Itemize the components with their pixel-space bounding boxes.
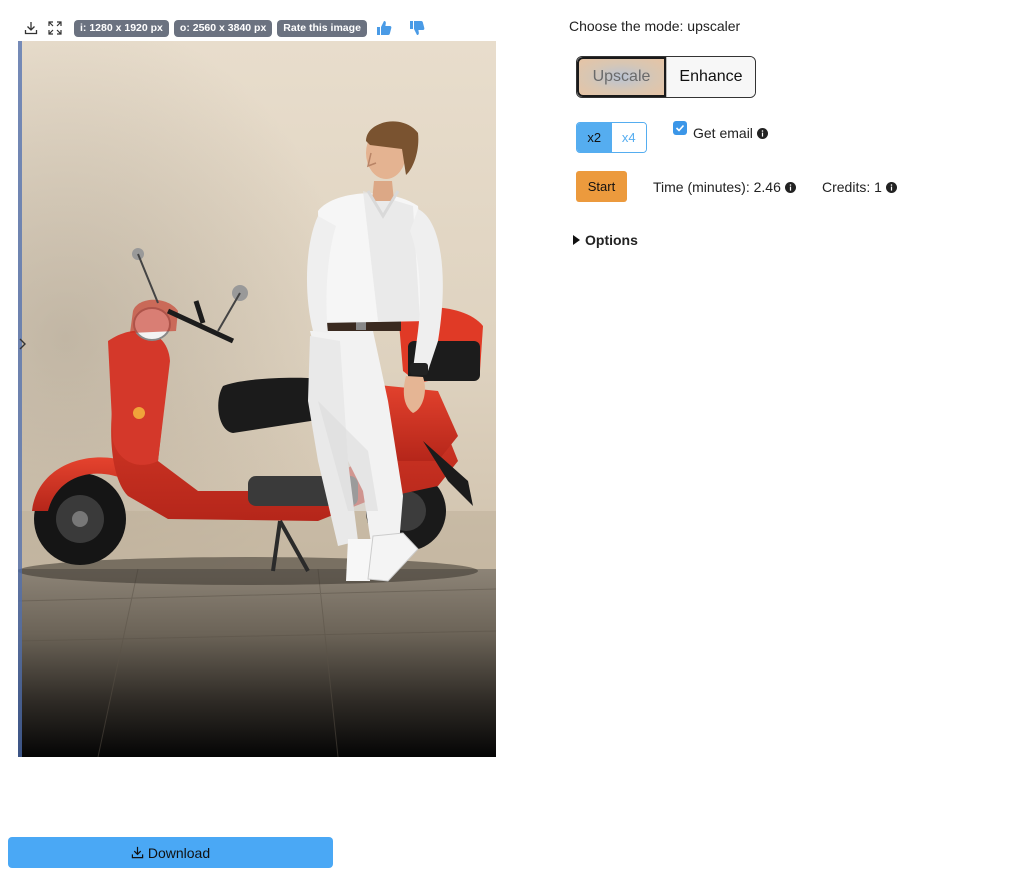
compare-handle[interactable] [18, 331, 28, 357]
download-icon[interactable] [22, 19, 40, 37]
mode-toggle: Upscale Enhance [576, 56, 756, 98]
start-button[interactable]: Start [576, 171, 627, 202]
credits-cost: Credits: 1 [822, 179, 897, 195]
options-disclosure[interactable]: Options [572, 232, 638, 248]
download-icon [131, 846, 144, 859]
check-icon [675, 124, 685, 132]
mode-enhance-button[interactable]: Enhance [666, 57, 755, 97]
viewer-left-edge [18, 41, 22, 757]
download-label: Download [147, 844, 211, 861]
fullscreen-icon[interactable] [46, 19, 64, 37]
info-icon[interactable] [784, 181, 796, 193]
image-toolbar: i: 1280 x 1920 px o: 2560 x 3840 px Rate… [22, 18, 427, 38]
get-email-label: Get email [693, 125, 768, 141]
info-icon[interactable] [885, 181, 897, 193]
input-size-badge: i: 1280 x 1920 px [74, 19, 169, 37]
image-viewer[interactable] [18, 41, 496, 757]
get-email-checkbox[interactable] [673, 121, 687, 135]
get-email-text: Get email [693, 125, 753, 141]
mode-label: Choose the mode: upscaler [569, 18, 741, 34]
rate-image-button[interactable]: Rate this image [277, 19, 367, 37]
thumbs-down-icon[interactable] [407, 18, 427, 38]
thumbs-up-icon[interactable] [374, 18, 394, 38]
info-icon[interactable] [756, 127, 768, 139]
credits-cost-text: Credits: 1 [822, 179, 882, 195]
caret-right-icon [572, 235, 581, 245]
scale-x4-button[interactable]: x4 [611, 123, 646, 152]
options-label: Options [585, 232, 638, 248]
photo-preview [18, 41, 496, 757]
output-size-badge: o: 2560 x 3840 px [173, 19, 273, 37]
scale-selector: x2 x4 [576, 122, 647, 153]
mode-upscale-button[interactable]: Upscale [577, 57, 666, 97]
time-estimate-text: Time (minutes): 2.46 [653, 179, 781, 195]
scale-x2-button[interactable]: x2 [577, 123, 612, 152]
download-button[interactable]: Download [8, 837, 333, 868]
time-estimate: Time (minutes): 2.46 [653, 179, 796, 195]
